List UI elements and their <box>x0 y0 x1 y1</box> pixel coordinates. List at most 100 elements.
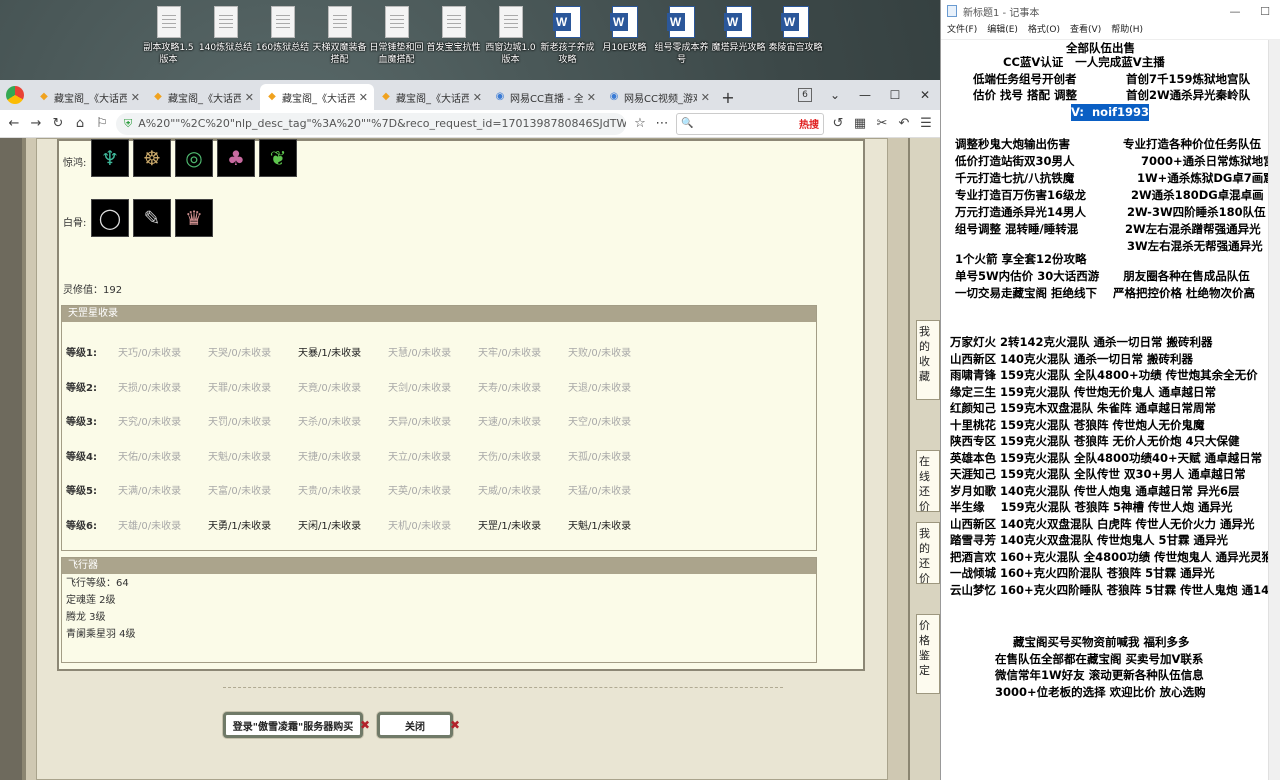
browser-tab[interactable]: ◆ 藏宝阁_《大话西 ✕ <box>32 84 146 110</box>
item-slot[interactable]: ♣ <box>217 139 255 177</box>
more-icon[interactable]: ⋯ <box>654 116 670 131</box>
desktop-icon[interactable]: 日常锤垫和回血魔搭配 <box>368 6 425 66</box>
login-buy-button[interactable]: 登录"傲雪凌霜"服务器购买 ✖ <box>223 712 370 738</box>
menu-icon[interactable]: ☰ <box>918 116 934 131</box>
team-line: 万家灯火 2转142克火混队 通杀一切日常 搬砖利器 <box>950 335 1213 349</box>
home-icon[interactable]: ⌂ <box>72 116 88 131</box>
close-tab-icon[interactable]: ✕ <box>587 91 596 104</box>
desktop-icon[interactable]: W 魔塔异光攻略 <box>710 6 767 66</box>
text-doc-icon <box>327 6 352 38</box>
minimize-button[interactable]: — <box>850 88 880 102</box>
text-line: 万元打造通杀异光14男人 <box>955 205 1087 219</box>
back-button[interactable]: ← <box>6 116 22 131</box>
notepad-menu-item[interactable]: 编辑(E) <box>987 22 1018 39</box>
team-line: 雨啸青锋 159克火混队 全队4800+功绩 传世炮其余全无价 <box>950 368 1258 382</box>
desktop-icon-label: 160炼狱总结 <box>255 43 310 53</box>
desktop-icon[interactable]: 西窗边城1.0版本 <box>482 6 539 66</box>
text-line: 藏宝阁买号买物资前喊我 福利多多 <box>1013 635 1190 649</box>
grade-row: 等级1: 天巧/0/未收录 天哭/0/未收录 天暴/1/未收录 天慧/0/未收录 天牢/0… <box>66 344 658 359</box>
bookmark-flag-icon[interactable]: ⚐ <box>94 116 110 131</box>
refresh-icon[interactable]: ↺ <box>830 116 846 131</box>
notepad-menu-item[interactable]: 帮助(H) <box>1111 22 1143 39</box>
notepad-menu-item[interactable]: 格式(O) <box>1028 22 1060 39</box>
text-line: 2W-3W四阶睡杀180队伍 <box>1127 205 1266 219</box>
maximize-button[interactable]: ☐ <box>1250 5 1280 18</box>
desktop-icon[interactable]: 首发宝宝抗性 <box>425 6 482 66</box>
minimize-button[interactable]: — <box>1220 5 1250 18</box>
side-panel-appraisal[interactable]: 价格鉴定 <box>916 614 940 694</box>
new-tab-button[interactable]: + <box>716 84 740 110</box>
browser-tab[interactable]: ◉ 网易CC视频_游戏 ✕ <box>602 84 716 110</box>
desktop-icon[interactable]: 天梯双魔装备搭配 <box>311 6 368 66</box>
item-slot[interactable]: ♆ <box>91 139 129 177</box>
side-panel-bargain[interactable]: 在线还价 <box>916 450 940 513</box>
star-entry: 天立/0/未收录 <box>388 451 452 463</box>
star-entry: 天罡/1/未收录 <box>478 521 542 532</box>
browser-tab[interactable]: ◆ 藏宝阁_《大话西 ✕ <box>374 84 488 110</box>
team-line: 缘定三生 159克火混队 传世炮无价鬼人 通卓越日常 <box>950 384 1217 399</box>
close-tab-icon[interactable]: ✕ <box>359 91 368 104</box>
scrollbar[interactable] <box>1268 40 1280 780</box>
close-tab-icon[interactable]: ✕ <box>473 91 482 104</box>
url-field[interactable]: ⛨ A%20""%2C%20"nlp_desc_tag"%3A%20""%7D&… <box>116 112 626 135</box>
text-line: 组号调整 混转睡/睡转混 <box>955 222 1079 236</box>
team-line: 山西新区 140克火双盘混队 白虎阵 传世人无价火力 通异光 <box>950 516 1255 531</box>
search-input[interactable]: 🔍 热搜 <box>676 112 824 135</box>
notepad-title: 新标题1 - 记事本 <box>963 7 1040 19</box>
star-entry: 天佑/0/未收录 <box>118 451 182 463</box>
item-slot[interactable]: ◯ <box>91 199 129 237</box>
text-line: 在售队伍全部都在藏宝阁 买卖号加V联系 <box>995 651 1204 666</box>
forward-button[interactable]: → <box>28 116 44 131</box>
scissors-icon[interactable]: ✂ <box>874 116 890 131</box>
undo-icon[interactable]: ↶ <box>896 116 912 131</box>
page-content: 惊鸿: ♆ ☸ ◎ ♣ ❦ 白骨: ◯ ✎ ♛ 灵修值：192 天罡星收录 等级… <box>0 138 940 780</box>
desktop-icon[interactable]: W 组号零成本养号 <box>653 6 710 66</box>
notepad-menu-item[interactable]: 查看(V) <box>1070 22 1101 39</box>
browser-tab[interactable]: ◆ 藏宝阁_《大话西 ✕ <box>146 84 260 110</box>
text-line: 3W左右混杀无帮强通异光 <box>1127 239 1263 253</box>
close-tab-icon[interactable]: ✕ <box>131 91 140 104</box>
item-slot[interactable]: ♛ <box>175 199 213 237</box>
close-label: 关闭 <box>405 721 425 733</box>
close-window-button[interactable]: ✕ <box>910 88 940 102</box>
browser-logo-icon[interactable] <box>6 86 24 104</box>
flyer-line: 腾龙 3级 <box>66 612 106 623</box>
item-slot[interactable]: ✎ <box>133 199 171 237</box>
grade-row: 等级4: 天佑/0/未收录 天魁/0/未收录 天捷/0/未收录 天立/0/未收录 天伤/0… <box>66 448 658 463</box>
grade-row: 等级2: 天损/0/未收录 天罪/0/未收录 天竟/0/未收录 天剑/0/未收录 天寿/0… <box>66 379 658 394</box>
star-entry: 天杀/0/未收录 <box>298 417 362 429</box>
side-panel-my-bargain[interactable]: 我的还价 <box>916 522 940 585</box>
desktop-icon[interactable]: 160炼狱总结 <box>254 6 311 66</box>
reload-button[interactable]: ↻ <box>50 116 66 131</box>
item-slot[interactable]: ◎ <box>175 139 213 177</box>
desktop-icon-label: 新老孩子养成攻略 <box>540 43 595 65</box>
side-panel-favorites[interactable]: 我的收藏 <box>916 320 940 400</box>
desktop-icon-label: 月10E攻略 <box>602 43 647 53</box>
apps-icon[interactable]: ▦ <box>852 116 868 131</box>
team-line: 半生缘 159克火混队 苍狼阵 5神槽 传世人炮 通异光 <box>950 500 1233 514</box>
star-entry: 天损/0/未收录 <box>118 382 182 394</box>
chevron-down-icon[interactable]: ⌄ <box>820 88 850 102</box>
text-line: 1个火箭 享全套12份攻略 <box>955 252 1087 266</box>
desktop-icon[interactable]: 副本攻略1.5版本 <box>140 6 197 66</box>
tab-count-badge[interactable]: 6 <box>798 88 812 102</box>
notepad-text[interactable]: 全部队伍出售 CC蓝V认证 一人完成蓝V主播 低端任务组号开创者 首创7千159炼狱地… <box>941 40 1280 770</box>
star-entry: 天暴/1/未收录 <box>298 348 362 359</box>
notepad-menu-item[interactable]: 文件(F) <box>947 22 977 39</box>
text-line: 首创7千159炼狱地宫队 <box>1126 72 1251 86</box>
item-slot[interactable]: ☸ <box>133 139 171 177</box>
browser-tab[interactable]: ◉ 网易CC直播 - 全 ✕ <box>488 84 602 110</box>
desktop-icon[interactable]: W 月10E攻略 <box>596 6 653 66</box>
close-tab-icon[interactable]: ✕ <box>245 91 254 104</box>
item-slot[interactable]: ❦ <box>259 139 297 177</box>
word-doc-icon: W <box>723 6 752 38</box>
maximize-button[interactable]: ☐ <box>880 88 910 102</box>
grade-row: 等级3: 天究/0/未收录 天罚/0/未收录 天杀/0/未收录 天异/0/未收录 天速/0… <box>66 413 658 428</box>
close-button[interactable]: 关闭 ✖ <box>377 712 460 738</box>
desktop-icon[interactable]: W 奏陵宙宫攻略 <box>767 6 824 66</box>
star-icon[interactable]: ☆ <box>632 116 648 131</box>
desktop-icon[interactable]: 140炼狱总结 <box>197 6 254 66</box>
desktop-icon[interactable]: W 新老孩子养成攻略 <box>539 6 596 66</box>
browser-tab[interactable]: ◆ 藏宝阁_《大话西 ✕ <box>260 84 374 110</box>
close-tab-icon[interactable]: ✕ <box>701 91 710 104</box>
